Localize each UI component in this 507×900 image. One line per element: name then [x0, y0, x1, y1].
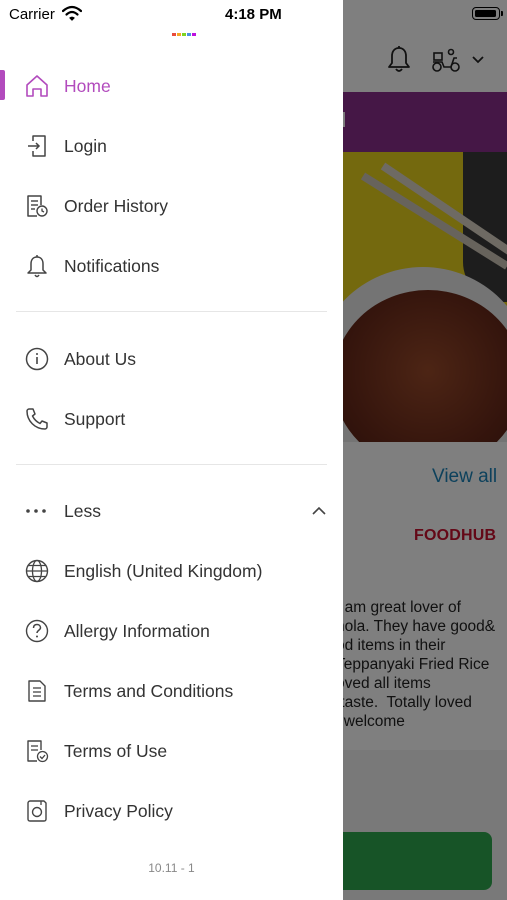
menu-item-label: Notifications: [64, 255, 160, 276]
menu-item-label: Less: [64, 500, 101, 521]
more-dots-icon: [26, 509, 46, 513]
bell-icon: [27, 255, 47, 278]
wifi-icon: [62, 5, 82, 21]
question-icon: [25, 619, 49, 643]
menu-item-label: Terms and Conditions: [64, 680, 234, 701]
divider: [16, 464, 327, 465]
menu-item-label: Order History: [64, 195, 169, 216]
battery-icon: [472, 7, 500, 20]
menu-item-privacy-policy[interactable]: Privacy Policy: [0, 786, 343, 836]
menu-item-home[interactable]: Home: [0, 61, 343, 111]
menu-item-label: Login: [64, 135, 107, 156]
menu-item-label: Terms of Use: [64, 740, 168, 761]
battery-tip: [501, 11, 503, 16]
status-bar: Carrier 4:18 PM: [0, 0, 507, 28]
menu-item-order-history[interactable]: Order History: [0, 181, 343, 231]
side-drawer: Home Login Order History Notifications A…: [0, 0, 343, 900]
menu-item-about-us[interactable]: About Us: [0, 334, 343, 384]
home-icon: [26, 75, 48, 97]
info-icon: [25, 347, 49, 371]
menu-item-toggle-more[interactable]: Less: [0, 486, 343, 536]
menu-item-language[interactable]: English (United Kingdom): [0, 546, 343, 596]
divider: [16, 311, 327, 312]
chevron-up-icon: [312, 506, 326, 515]
menu-item-notifications[interactable]: Notifications: [0, 241, 343, 291]
menu-item-label: Privacy Policy: [64, 800, 173, 821]
globe-icon: [25, 559, 49, 583]
menu-item-label: About Us: [64, 348, 136, 369]
document-check-icon: [27, 740, 49, 763]
privacy-icon: [27, 800, 47, 822]
menu-item-label: Support: [64, 408, 126, 429]
menu-item-label: English (United Kingdom): [64, 560, 263, 581]
menu-item-login[interactable]: Login: [0, 121, 343, 171]
order-history-icon: [27, 195, 48, 217]
clock: 4:18 PM: [225, 6, 282, 23]
carrier-label: Carrier: [9, 6, 55, 23]
menu-item-label: Allergy Information: [64, 620, 210, 641]
phone-icon: [26, 408, 48, 430]
menu-item-label: Home: [64, 75, 111, 96]
menu-item-terms-and-conditions[interactable]: Terms and Conditions: [0, 666, 343, 716]
document-icon: [28, 680, 46, 702]
menu-item-allergy-information[interactable]: Allergy Information: [0, 606, 343, 656]
login-icon: [28, 135, 46, 157]
app-version: 10.11 - 1: [148, 861, 195, 875]
menu-item-support[interactable]: Support: [0, 394, 343, 444]
menu-item-terms-of-use[interactable]: Terms of Use: [0, 726, 343, 776]
